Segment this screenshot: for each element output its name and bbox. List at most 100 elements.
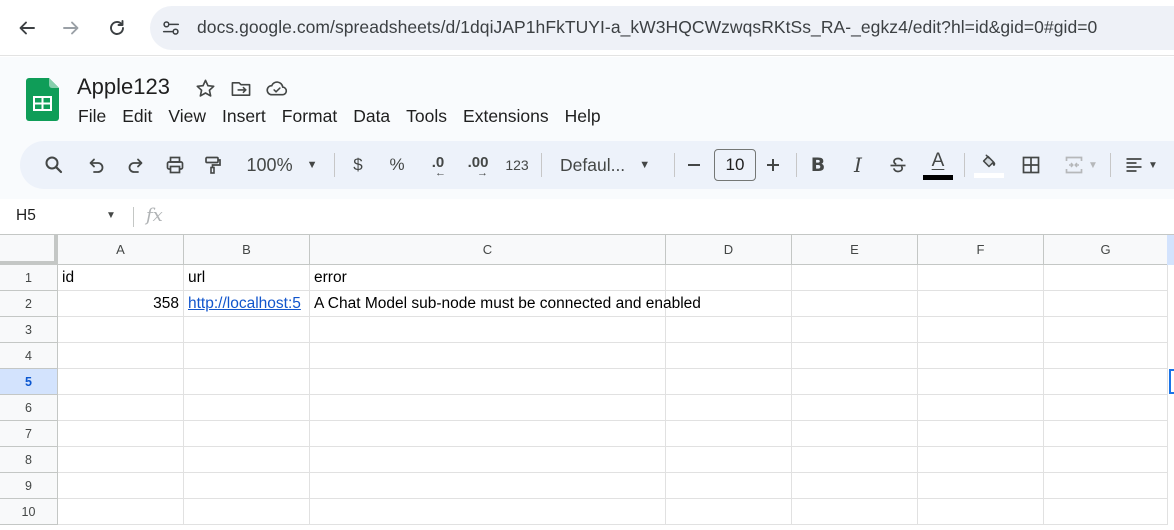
cell-d5[interactable] <box>666 369 792 395</box>
cell-e10[interactable] <box>792 499 918 525</box>
column-header-c[interactable]: C <box>310 235 666 265</box>
cell-e2[interactable] <box>792 291 918 317</box>
menu-format[interactable]: Format <box>274 104 345 128</box>
cell-f2[interactable] <box>918 291 1044 317</box>
cell-f3[interactable] <box>918 317 1044 343</box>
cloud-status-icon[interactable] <box>264 77 290 99</box>
move-folder-icon[interactable] <box>228 77 254 99</box>
sheets-logo-icon[interactable] <box>26 78 59 121</box>
cell-e6[interactable] <box>792 395 918 421</box>
cell-e3[interactable] <box>792 317 918 343</box>
select-all-corner[interactable] <box>0 235 58 265</box>
address-bar[interactable]: docs.google.com/spreadsheets/d/1dqiJAP1h… <box>150 6 1174 50</box>
cell-d7[interactable] <box>666 421 792 447</box>
menu-file[interactable]: File <box>70 104 114 128</box>
cell-b6[interactable] <box>184 395 310 421</box>
zoom-select[interactable]: 100% ▼ <box>242 149 322 181</box>
cell-c8[interactable] <box>310 447 666 473</box>
row-header-10[interactable]: 10 <box>0 499 58 525</box>
cell-b4[interactable] <box>184 343 310 369</box>
column-header-f[interactable]: F <box>918 235 1044 265</box>
cell-a7[interactable] <box>58 421 184 447</box>
cell-e5[interactable] <box>792 369 918 395</box>
column-header-h[interactable] <box>1167 235 1174 265</box>
cell-a4[interactable] <box>58 343 184 369</box>
cell-d10[interactable] <box>666 499 792 525</box>
cell-c6[interactable] <box>310 395 666 421</box>
strikethrough-button[interactable] <box>886 149 910 181</box>
cell-a5[interactable] <box>58 369 184 395</box>
column-header-e[interactable]: E <box>792 235 918 265</box>
cell-f4[interactable] <box>918 343 1044 369</box>
url-text[interactable]: docs.google.com/spreadsheets/d/1dqiJAP1h… <box>197 17 1097 38</box>
site-settings-icon[interactable] <box>160 17 182 39</box>
cell-f1[interactable] <box>918 265 1044 291</box>
cell-f5[interactable] <box>918 369 1044 395</box>
cell-c4[interactable] <box>310 343 666 369</box>
cell-g4[interactable] <box>1044 343 1168 369</box>
print-button[interactable] <box>161 149 189 181</box>
search-menus-button[interactable] <box>40 149 68 181</box>
cell-a8[interactable] <box>58 447 184 473</box>
active-cell-selection[interactable] <box>1169 369 1174 394</box>
cell-a3[interactable] <box>58 317 184 343</box>
undo-button[interactable] <box>82 149 110 181</box>
cell-d9[interactable] <box>666 473 792 499</box>
fill-color-button[interactable] <box>973 149 1005 181</box>
cell-c3[interactable] <box>310 317 666 343</box>
forward-button[interactable] <box>53 10 89 46</box>
cell-b7[interactable] <box>184 421 310 447</box>
cell-g6[interactable] <box>1044 395 1168 421</box>
cell-a10[interactable] <box>58 499 184 525</box>
cell-a9[interactable] <box>58 473 184 499</box>
cell-b8[interactable] <box>184 447 310 473</box>
reload-button[interactable] <box>99 10 135 46</box>
italic-button[interactable]: I <box>846 149 870 181</box>
borders-button[interactable] <box>1018 149 1044 181</box>
column-header-b[interactable]: B <box>184 235 310 265</box>
cell-f6[interactable] <box>918 395 1044 421</box>
cell-e9[interactable] <box>792 473 918 499</box>
row-header-3[interactable]: 3 <box>0 317 58 343</box>
cell-f7[interactable] <box>918 421 1044 447</box>
cell-f10[interactable] <box>918 499 1044 525</box>
cell-b10[interactable] <box>184 499 310 525</box>
menu-edit[interactable]: Edit <box>114 104 160 128</box>
cell-f9[interactable] <box>918 473 1044 499</box>
column-header-d[interactable]: D <box>666 235 792 265</box>
row-header-8[interactable]: 8 <box>0 447 58 473</box>
font-family-select[interactable]: Defaul... ▼ <box>560 149 660 181</box>
cell-c10[interactable] <box>310 499 666 525</box>
decrease-font-size-button[interactable] <box>682 149 706 181</box>
menu-view[interactable]: View <box>160 104 214 128</box>
paint-format-button[interactable] <box>199 149 227 181</box>
back-button[interactable] <box>9 10 45 46</box>
format-currency-button[interactable]: $ <box>346 149 370 181</box>
cell-g2[interactable] <box>1044 291 1168 317</box>
row-header-6[interactable]: 6 <box>0 395 58 421</box>
menu-extensions[interactable]: Extensions <box>455 104 557 128</box>
caret-down-icon[interactable]: ▼ <box>106 210 116 221</box>
cell-e1[interactable] <box>792 265 918 291</box>
merge-cells-button[interactable]: ▼ <box>1058 149 1104 181</box>
row-header-4[interactable]: 4 <box>0 343 58 369</box>
row-header-2[interactable]: 2 <box>0 291 58 317</box>
row-header-7[interactable]: 7 <box>0 421 58 447</box>
cell-e8[interactable] <box>792 447 918 473</box>
row-header-1[interactable]: 1 <box>0 265 58 291</box>
menu-tools[interactable]: Tools <box>398 104 455 128</box>
cell-b1[interactable]: url <box>184 265 310 291</box>
formula-input[interactable] <box>180 207 1160 227</box>
cell-e4[interactable] <box>792 343 918 369</box>
cell-a2[interactable]: 358 <box>58 291 184 317</box>
more-formats-button[interactable]: 123 <box>502 149 532 181</box>
cell-a1[interactable]: id <box>58 265 184 291</box>
cell-b5[interactable] <box>184 369 310 395</box>
menu-insert[interactable]: Insert <box>214 104 274 128</box>
cell-d8[interactable] <box>666 447 792 473</box>
column-header-g[interactable]: G <box>1044 235 1168 265</box>
cell-b2[interactable]: http://localhost:5 <box>184 291 310 317</box>
document-title[interactable]: Apple123 <box>77 74 170 100</box>
cell-d1[interactable] <box>666 265 792 291</box>
bold-button[interactable]: B <box>806 149 830 181</box>
